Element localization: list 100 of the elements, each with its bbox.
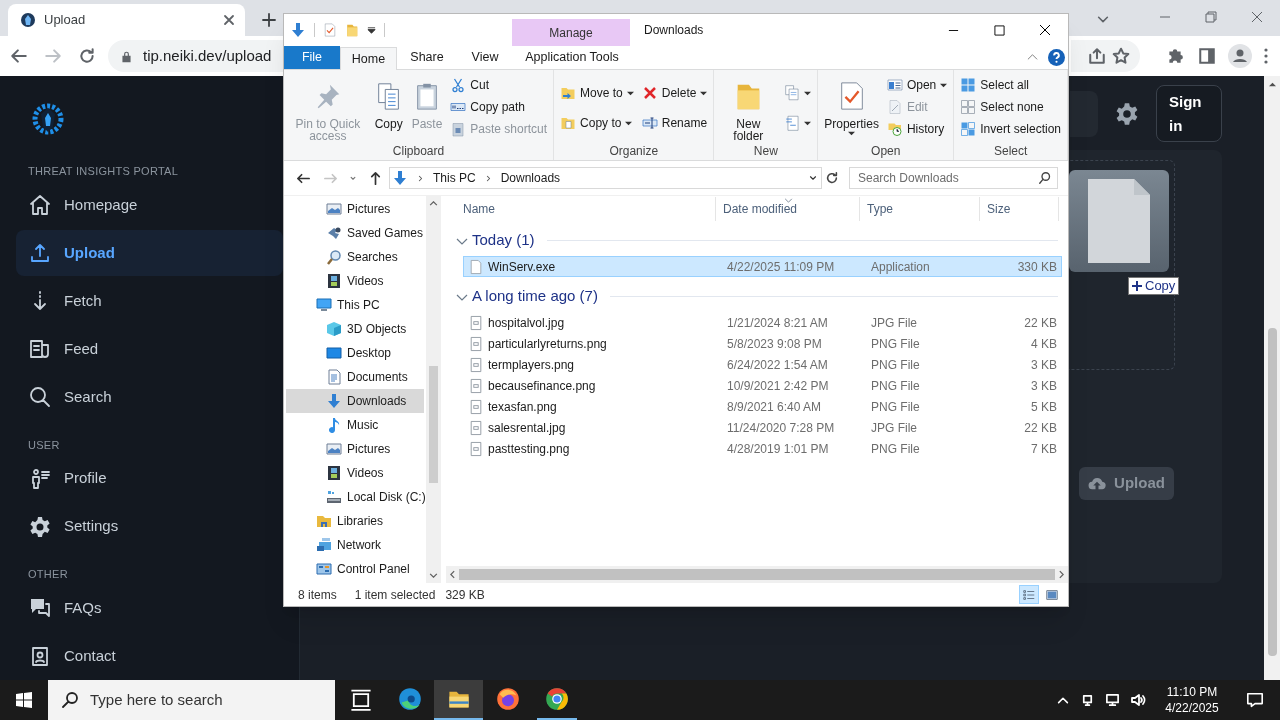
sidebar-item[interactable]: Homepage [16,182,283,229]
up-icon[interactable] [368,170,383,186]
ribbon-button[interactable]: Properties [822,74,881,137]
download-arrow-icon[interactable] [290,22,306,38]
browser-tab[interactable]: Upload [8,4,245,36]
nav-item[interactable]: Videos [286,461,424,485]
nav-item[interactable]: 3D Objects [286,317,424,341]
ribbon-button[interactable]: Open [884,74,950,96]
column-header[interactable]: Name [446,197,716,221]
scroll-thumb[interactable] [459,569,1055,580]
close-icon[interactable] [221,12,237,28]
nav-item[interactable]: Local Disk (C:) [286,485,424,509]
file-row[interactable]: becausefinance.png 10/9/2021 2:42 PM PNG File 3 KB [463,375,1062,396]
group-header[interactable]: Today (1) [472,229,535,252]
breadcrumb[interactable]: Downloads [500,169,561,187]
sidebar-item[interactable]: Fetch [16,278,283,325]
reload-icon[interactable] [78,47,96,65]
sign-in-button[interactable]: Sign in [1156,85,1222,142]
side-panel-icon[interactable] [1198,47,1216,65]
scroll-right-icon[interactable] [1059,570,1064,579]
view-button[interactable] [1019,585,1039,604]
notifications-icon[interactable] [1246,691,1264,709]
ribbon-button[interactable]: Delete [639,82,710,104]
scrollbar[interactable] [1264,76,1280,680]
group-header[interactable]: A long time ago (7) [472,285,598,308]
nav-item[interactable]: Documents [286,365,424,389]
nav-item[interactable]: Pictures [286,197,424,221]
sidebar-item[interactable]: Contact [16,633,283,679]
ribbon-button[interactable]: Move to [558,82,636,104]
network-icon[interactable] [1105,692,1120,708]
ribbon-button[interactable]: Copy path [448,96,550,118]
customize-dropdown-icon[interactable] [367,25,376,35]
sidebar-item[interactable]: Settings [16,503,283,550]
column-header[interactable]: Date modified [716,197,860,221]
scroll-up-icon[interactable] [429,201,438,206]
ribbon-button[interactable]: Select none [958,96,1063,118]
scroll-down-icon[interactable] [429,573,438,578]
ribbon-tab[interactable]: Application Tools [513,46,631,69]
sidebar-item[interactable]: Profile [16,455,283,502]
breadcrumb[interactable]: This PC [433,169,476,187]
ribbon-tab[interactable]: Share [397,46,457,69]
ribbon-tab[interactable]: File [284,46,340,69]
collapse-ribbon-icon[interactable] [1027,52,1038,63]
nav-item[interactable]: This PC [286,293,424,317]
column-header[interactable]: Type [860,197,980,221]
file-row[interactable]: pasttesting.png 4/28/2019 1:01 PM PNG File 7 KB [463,438,1062,459]
bookmark-star-icon[interactable] [1112,47,1130,65]
menu-icon[interactable] [1264,48,1268,64]
properties-icon[interactable] [323,22,337,38]
ribbon-tab[interactable]: View [457,46,513,69]
taskbar-search-field[interactable]: Type here to search [48,680,335,720]
file-row[interactable]: termplayers.png 6/24/2022 1:54 AM PNG File 3 KB [463,354,1062,375]
profile-avatar-icon[interactable] [1228,44,1252,68]
nav-item[interactable]: Downloads [286,389,424,413]
help-icon[interactable] [1048,49,1065,66]
history-dropdown-icon[interactable] [808,173,818,183]
address-field[interactable]: This PC Downloads [389,167,822,189]
nav-item[interactable]: Saved Games [286,221,424,245]
nav-item[interactable]: Network [286,533,424,557]
ribbon-button[interactable]: Invert selection [958,118,1063,140]
ribbon-button[interactable]: Copy to [558,112,636,134]
refresh-icon[interactable] [825,171,839,185]
sidebar-item[interactable]: Search [16,374,283,421]
taskbar-app[interactable] [434,680,483,720]
webcam-icon[interactable] [1080,692,1095,708]
nav-item[interactable]: Music [286,413,424,437]
nav-item[interactable]: Libraries [286,509,424,533]
nav-item[interactable]: Desktop [286,341,424,365]
nav-item[interactable]: Control Panel [286,557,424,581]
file-row[interactable]: hospitalvol.jpg 1/21/2024 8:21 AM JPG File 22 KB [463,312,1062,333]
search-field[interactable] [1070,90,1098,137]
sidebar-item[interactable]: Feed [16,326,283,373]
scroll-up-icon[interactable] [1268,81,1276,88]
clock[interactable]: 11:10 PM 4/22/2025 [1162,684,1222,716]
search-field[interactable]: Search Downloads [849,167,1058,189]
new-tab-icon[interactable] [261,12,277,28]
address-bar[interactable]: tip.neiki.dev/upload [108,40,283,72]
scroll-left-icon[interactable] [450,570,455,579]
nav-item[interactable]: Pictures [286,437,424,461]
nav-item[interactable]: Searches [286,245,424,269]
file-row[interactable]: salesrental.jpg 11/24/2020 7:28 PM JPG File 22 KB [463,417,1062,438]
share-icon[interactable] [1088,47,1106,65]
ribbon-button[interactable]: New folder [718,74,779,142]
scroll-thumb[interactable] [1267,328,1277,656]
file-row[interactable]: WinServ.exe 4/22/2025 11:09 PM Application 330 KB [463,256,1062,277]
ribbon-button[interactable]: Rename [639,112,710,134]
extensions-icon[interactable] [1166,47,1184,65]
ribbon-button[interactable]: Copy [371,74,406,130]
ribbon-button[interactable]: History [884,118,950,140]
ribbon-button[interactable]: Select all [958,74,1063,96]
scroll-thumb[interactable] [429,366,438,483]
sidebar-item[interactable]: FAQs [16,585,283,631]
nav-item[interactable]: Videos [286,269,424,293]
nav-scrollbar[interactable] [426,196,441,583]
breadcrumb-chevron-icon[interactable] [416,173,425,183]
settings-icon[interactable] [1114,100,1140,127]
ribbon-tab[interactable]: Home [340,47,397,70]
file-row[interactable]: texasfan.png 8/9/2021 6:40 AM PNG File 5 KB [463,396,1062,417]
column-header[interactable]: Size [980,197,1059,221]
horizontal-scrollbar[interactable] [446,566,1068,583]
